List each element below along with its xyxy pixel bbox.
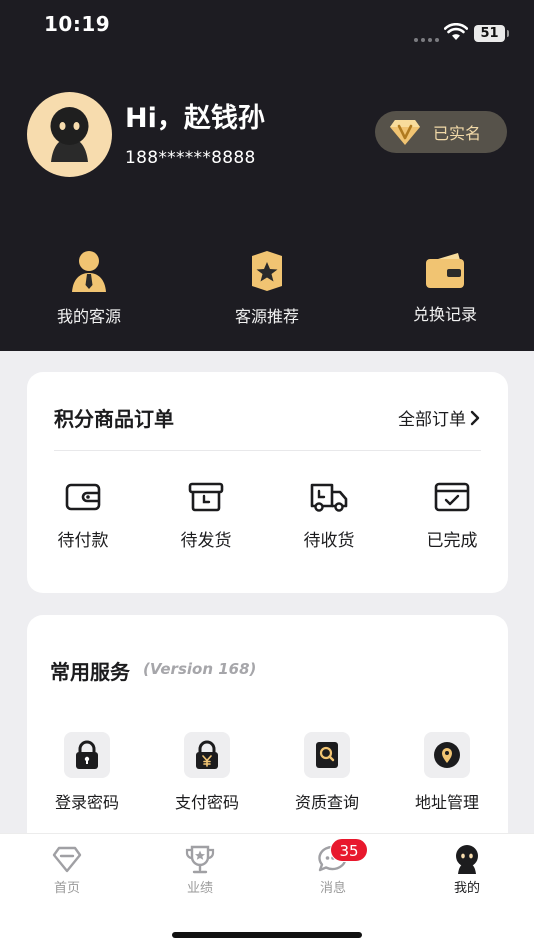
wallet-icon — [426, 253, 464, 288]
box-clock-icon — [188, 482, 224, 512]
cellular-signal-icon — [414, 38, 439, 42]
divider — [54, 450, 481, 451]
service-login-password[interactable]: 登录密码 — [32, 732, 142, 813]
all-orders-link[interactable]: 全部订单 — [398, 405, 480, 430]
verified-label: 已实名 — [433, 124, 482, 143]
quick-exchange-records[interactable]: 兑换记录 — [380, 250, 510, 325]
tab-home[interactable]: 首页 — [27, 844, 107, 896]
user-greeting: Hi，赵钱孙 — [125, 103, 265, 134]
star-shield-icon — [252, 251, 282, 291]
wifi-icon — [444, 23, 468, 40]
location-pin-icon — [434, 742, 460, 768]
tab-label: 业绩 — [186, 881, 213, 896]
user-avatar-icon — [456, 845, 478, 874]
yen-lock-icon — [196, 740, 218, 769]
tab-label: 消息 — [319, 881, 346, 896]
status-time: 10:19 — [44, 12, 111, 36]
quick-my-clients[interactable]: 我的客源 — [24, 250, 154, 327]
lock-icon-tile — [64, 732, 110, 778]
yen-lock-icon-tile — [184, 732, 230, 778]
battery-icon: 51 — [474, 25, 509, 42]
tab-mine[interactable]: 我的 — [427, 844, 507, 896]
service-payment-password[interactable]: 支付密码 — [152, 732, 262, 813]
order-pending-receipt[interactable]: 待收货 — [274, 482, 384, 551]
diamond-icon — [52, 846, 82, 873]
orders-title: 积分商品订单 — [54, 407, 174, 431]
location-pin-icon-tile — [424, 732, 470, 778]
order-label: 待发货 — [180, 531, 232, 551]
order-label: 待收货 — [303, 531, 355, 551]
service-label: 支付密码 — [174, 793, 239, 812]
home-indicator — [172, 932, 362, 938]
chevron-right-icon — [470, 410, 480, 425]
orders-card: 积分商品订单 全部订单 待付款 待发货 待收货 已完成 — [27, 372, 508, 593]
service-qualification-query[interactable]: 资质查询 — [272, 732, 382, 813]
avatar[interactable] — [27, 92, 112, 177]
message-count-badge: 35 — [330, 838, 368, 862]
wallet-outline-icon — [65, 483, 101, 511]
services-card: 常用服务 (Version 168) 登录密码 支付密码 资质查询 地址管理 — [27, 615, 508, 855]
services-title: 常用服务 — [50, 660, 130, 684]
user-phone: 188******8888 — [125, 148, 256, 168]
doc-search-icon-tile — [304, 732, 350, 778]
quick-label: 客源推荐 — [234, 307, 299, 326]
quick-client-recommend[interactable]: 客源推荐 — [202, 250, 332, 327]
verified-badge[interactable]: 已实名 — [375, 111, 507, 153]
person-tie-icon — [72, 251, 106, 292]
doc-search-icon — [316, 742, 338, 768]
service-label: 登录密码 — [54, 793, 119, 812]
lock-icon — [76, 740, 98, 769]
user-avatar-icon — [50, 107, 89, 162]
v-gem-icon — [390, 120, 420, 145]
order-pending-shipment[interactable]: 待发货 — [151, 482, 261, 551]
service-address-management[interactable]: 地址管理 — [392, 732, 502, 813]
service-label: 地址管理 — [414, 793, 479, 812]
order-label: 待付款 — [57, 531, 109, 551]
quick-label: 兑换记录 — [412, 305, 477, 324]
all-orders-label: 全部订单 — [398, 410, 466, 430]
trophy-icon — [185, 845, 215, 874]
check-box-icon — [434, 482, 470, 512]
order-label: 已完成 — [426, 531, 478, 551]
quick-label: 我的客源 — [56, 307, 121, 326]
tab-label: 首页 — [53, 881, 80, 896]
profile-header: 10:19 51 Hi，赵钱孙 188******8888 已实名 我的客源 客… — [0, 0, 534, 351]
tab-label: 我的 — [453, 881, 480, 896]
order-completed[interactable]: 已完成 — [397, 482, 507, 551]
tab-performance[interactable]: 业绩 — [160, 844, 240, 896]
service-label: 资质查询 — [294, 793, 359, 812]
order-pending-payment[interactable]: 待付款 — [28, 482, 138, 551]
version-label: (Version 168) — [143, 660, 257, 678]
truck-icon — [310, 483, 348, 512]
